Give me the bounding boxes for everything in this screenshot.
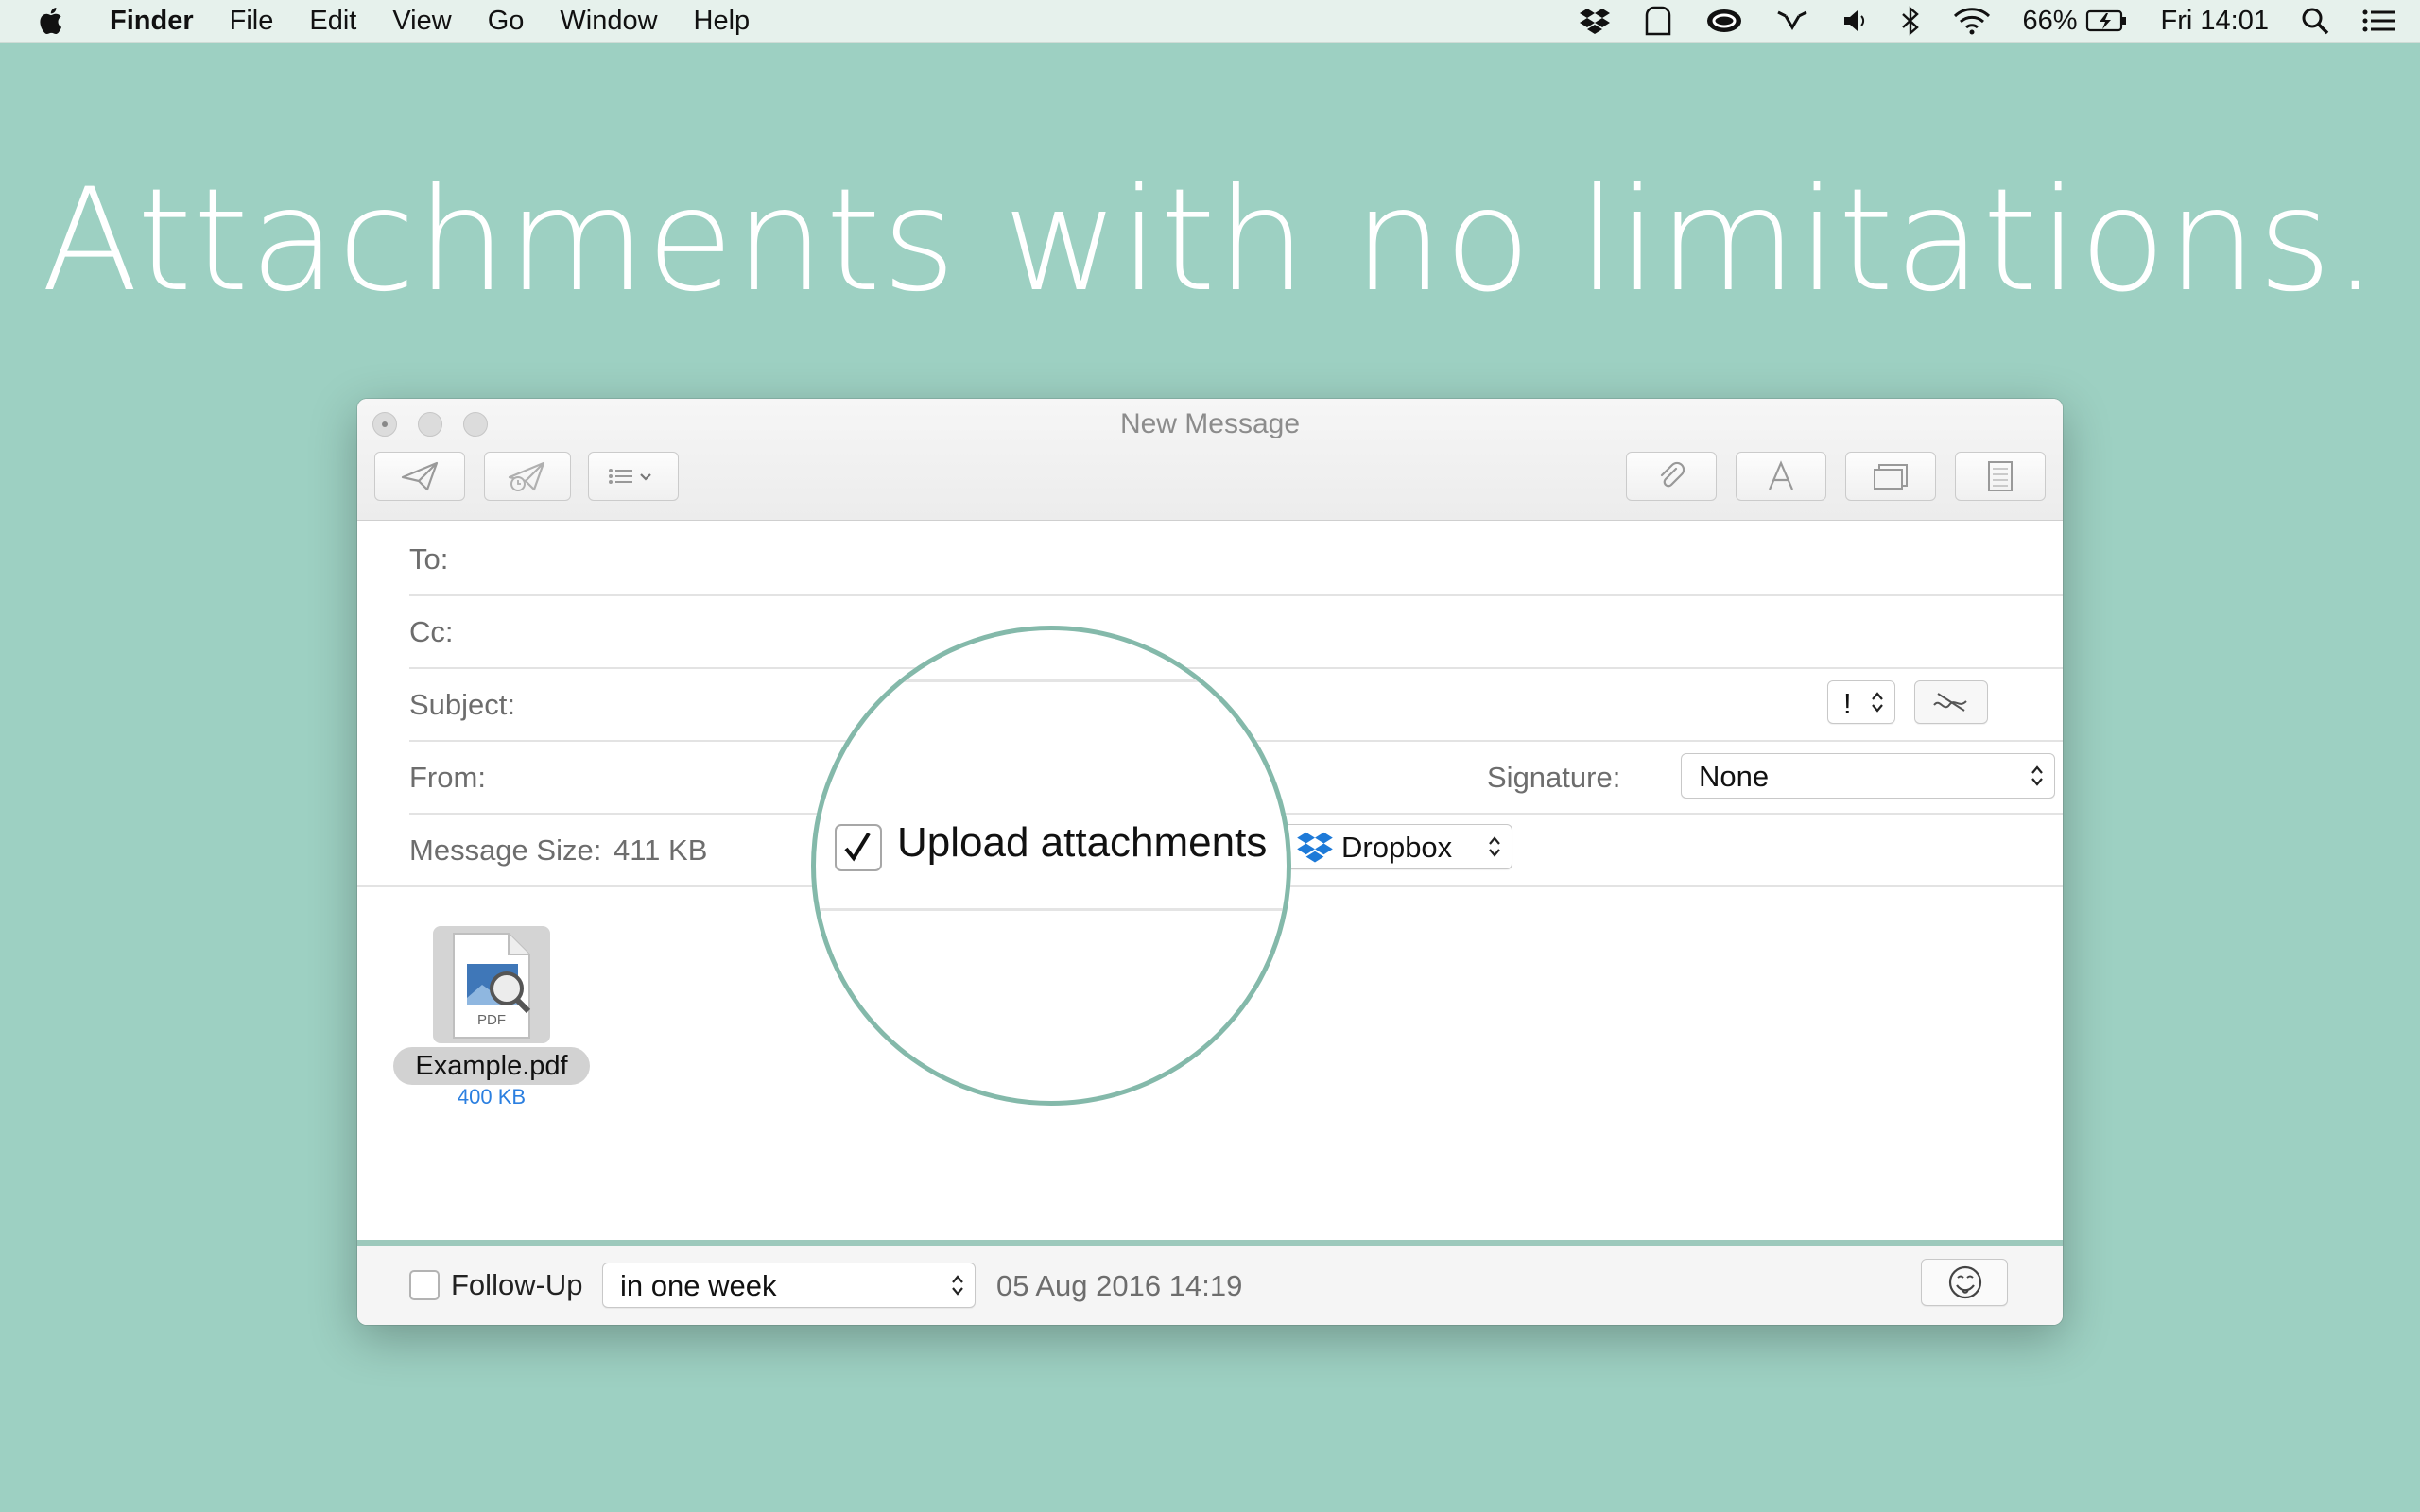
priority-popup[interactable]: ! bbox=[1827, 680, 1895, 724]
follow-up-date: 05 Aug 2016 14:19 bbox=[996, 1269, 1243, 1302]
photo-browser-button[interactable] bbox=[1845, 452, 1936, 501]
upload-attachments-label[interactable]: Upload attachments bbox=[897, 819, 1267, 867]
subject-label: Subject: bbox=[409, 688, 516, 721]
send-later-icon bbox=[508, 461, 545, 491]
volume-icon[interactable] bbox=[1841, 8, 1868, 34]
browser-window-icon bbox=[1874, 464, 1908, 490]
window-title: New Message bbox=[1119, 408, 1301, 439]
battery-status[interactable]: 66% bbox=[2023, 6, 2129, 37]
emoji-button[interactable] bbox=[1921, 1259, 2008, 1306]
from-label: From: bbox=[409, 761, 486, 794]
cc-field-row[interactable]: Cc: bbox=[409, 594, 2063, 669]
attachment-name[interactable]: Example.pdf bbox=[393, 1047, 590, 1085]
to-field-row[interactable]: To: bbox=[409, 522, 2063, 596]
attach-file-button[interactable] bbox=[1626, 452, 1717, 501]
menu-view[interactable]: View bbox=[392, 6, 451, 37]
spotlight-search-icon[interactable] bbox=[2301, 7, 2329, 35]
notes-status-icon[interactable] bbox=[1643, 6, 1673, 36]
menu-window[interactable]: Window bbox=[560, 6, 657, 37]
paperclip-icon bbox=[1660, 461, 1685, 488]
apple-menu-icon[interactable] bbox=[38, 7, 62, 35]
menu-go[interactable]: Go bbox=[488, 6, 525, 37]
send-later-button[interactable] bbox=[484, 452, 571, 501]
follow-up-bar: Follow-Up in one week 05 Aug 2016 14:19 bbox=[357, 1246, 2063, 1325]
menu-bar: Finder File Edit View Go Window Help 66% bbox=[0, 0, 2420, 43]
upload-service-value: Dropbox bbox=[1341, 831, 1453, 864]
menu-edit[interactable]: Edit bbox=[309, 6, 356, 37]
stationery-button[interactable] bbox=[1955, 452, 2046, 501]
message-size-value: 411 KB bbox=[614, 833, 708, 867]
pdf-file-icon: PDF bbox=[453, 933, 531, 1039]
send-button[interactable] bbox=[374, 452, 465, 501]
notification-center-icon[interactable] bbox=[2361, 8, 2397, 34]
follow-up-label[interactable]: Follow-Up bbox=[451, 1268, 583, 1302]
attachment-item[interactable]: PDF bbox=[433, 926, 550, 1043]
updown-arrows-icon bbox=[952, 1275, 963, 1296]
no-signature-icon bbox=[1933, 693, 1967, 712]
dropbox-status-icon[interactable] bbox=[1579, 7, 1611, 35]
window-titlebar: New Message bbox=[357, 399, 2063, 521]
bluetooth-icon[interactable] bbox=[1900, 6, 1921, 36]
mag-divider-top bbox=[816, 679, 1287, 682]
send-icon bbox=[401, 461, 439, 491]
format-text-button[interactable] bbox=[1736, 452, 1826, 501]
mag-divider-bottom bbox=[816, 908, 1287, 911]
menu-file[interactable]: File bbox=[230, 6, 274, 37]
signing-button[interactable] bbox=[1914, 680, 1988, 724]
to-label: To: bbox=[409, 542, 449, 576]
upload-service-select[interactable]: Dropbox bbox=[1288, 824, 1512, 869]
checkmark-icon bbox=[844, 832, 871, 862]
magnifier-callout: Upload attachments bbox=[811, 626, 1291, 1106]
list-chevron-icon bbox=[609, 469, 651, 484]
font-a-icon bbox=[1768, 460, 1794, 490]
battery-icon bbox=[2085, 9, 2126, 32]
menu-app-finder[interactable]: Finder bbox=[110, 6, 194, 37]
network-link-icon[interactable] bbox=[1775, 7, 1809, 35]
attachment-size: 400 KB bbox=[457, 1085, 527, 1108]
message-size-label: Message Size: bbox=[409, 833, 602, 867]
follow-up-when-select[interactable]: in one week bbox=[602, 1263, 976, 1308]
follow-up-checkbox[interactable] bbox=[409, 1270, 440, 1300]
upload-attachments-checkbox[interactable] bbox=[835, 824, 882, 871]
follow-up-when-value: in one week bbox=[620, 1269, 777, 1302]
signature-label: Signature: bbox=[1487, 761, 1621, 794]
dropbox-icon bbox=[1297, 832, 1333, 863]
creative-cloud-icon[interactable] bbox=[1705, 7, 1743, 35]
cc-label: Cc: bbox=[409, 615, 454, 648]
signature-select[interactable]: None bbox=[1681, 753, 2055, 799]
pdf-type-label: PDF bbox=[477, 1012, 506, 1028]
updown-arrows-icon bbox=[2031, 765, 2043, 786]
emoji-face-icon bbox=[1948, 1265, 1982, 1299]
header-fields-menu-button[interactable] bbox=[588, 452, 679, 501]
stationery-icon bbox=[1988, 461, 2013, 491]
menu-help[interactable]: Help bbox=[694, 6, 751, 37]
updown-arrows-icon bbox=[1489, 836, 1500, 857]
priority-symbol: ! bbox=[1843, 687, 1852, 720]
wifi-icon[interactable] bbox=[1953, 7, 1991, 35]
clock[interactable]: Fri 14:01 bbox=[2161, 6, 2269, 37]
headline: Attachments with no limitations. bbox=[41, 159, 2379, 323]
signature-value: None bbox=[1699, 760, 1770, 793]
updown-arrows-icon bbox=[1872, 692, 1883, 713]
battery-percent: 66% bbox=[2022, 5, 2078, 36]
